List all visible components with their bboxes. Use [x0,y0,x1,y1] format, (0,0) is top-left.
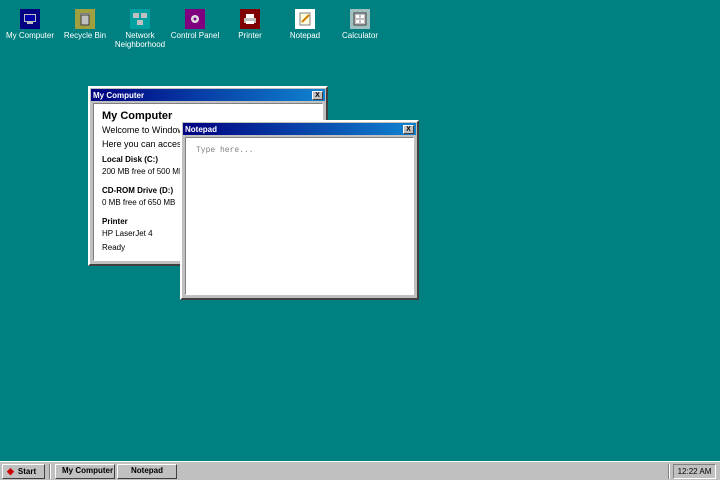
notepad-text-area[interactable] [186,138,413,294]
start-logo-icon: ◆ [7,465,14,476]
notepad-window[interactable]: Notepad X [180,120,419,300]
desktop-icon-calculator[interactable]: Calculator [332,9,388,40]
control-panel-icon [185,9,205,29]
desktop-icon-label: Network Neighborhood [114,31,166,49]
printer-icon [240,9,260,29]
window-title: My Computer [93,90,145,100]
taskbar-button-notepad[interactable]: Notepad [117,463,177,479]
network-icon [130,9,150,29]
desktop-icon-network[interactable]: Network Neighborhood [112,9,168,49]
start-button[interactable]: ◆ Start [2,463,45,479]
desktop-icon-printer[interactable]: Printer [222,9,278,40]
close-button[interactable]: X [403,124,414,134]
taskbar-separator [668,464,670,479]
desktop-icon-my-computer[interactable]: My Computer [2,9,58,40]
title-bar[interactable]: Notepad X [183,123,416,135]
desktop-icon-label: Calculator [341,31,378,40]
recycle-bin-icon [75,9,95,29]
computer-icon [20,9,40,29]
window-title: Notepad [185,124,217,134]
calculator-icon [350,9,370,29]
taskbar-separator [49,463,51,479]
taskbar: ◆ Start My Computer Notepad 12:22 AM [0,461,720,480]
notepad-icon [295,9,315,29]
desktop-icon-notepad[interactable]: Notepad [277,9,333,40]
notepad-content [185,137,414,295]
desktop-icon-recycle-bin[interactable]: Recycle Bin [57,9,113,40]
start-label: Start [17,466,37,476]
desktop-icon-control-panel[interactable]: Control Panel [167,9,223,40]
desktop-icon-label: Control Panel [170,31,220,40]
taskbar-button-my-computer[interactable]: My Computer [55,463,115,479]
desktop-icon-label: Printer [238,31,262,40]
desktop-icon-label: My Computer [5,31,54,40]
close-button[interactable]: X [312,90,323,100]
title-bar[interactable]: My Computer X [91,89,325,101]
taskbar-clock: 12:22 AM [673,464,716,479]
desktop-icon-label: Recycle Bin [63,31,107,40]
desktop-icon-label: Notepad [289,31,321,40]
